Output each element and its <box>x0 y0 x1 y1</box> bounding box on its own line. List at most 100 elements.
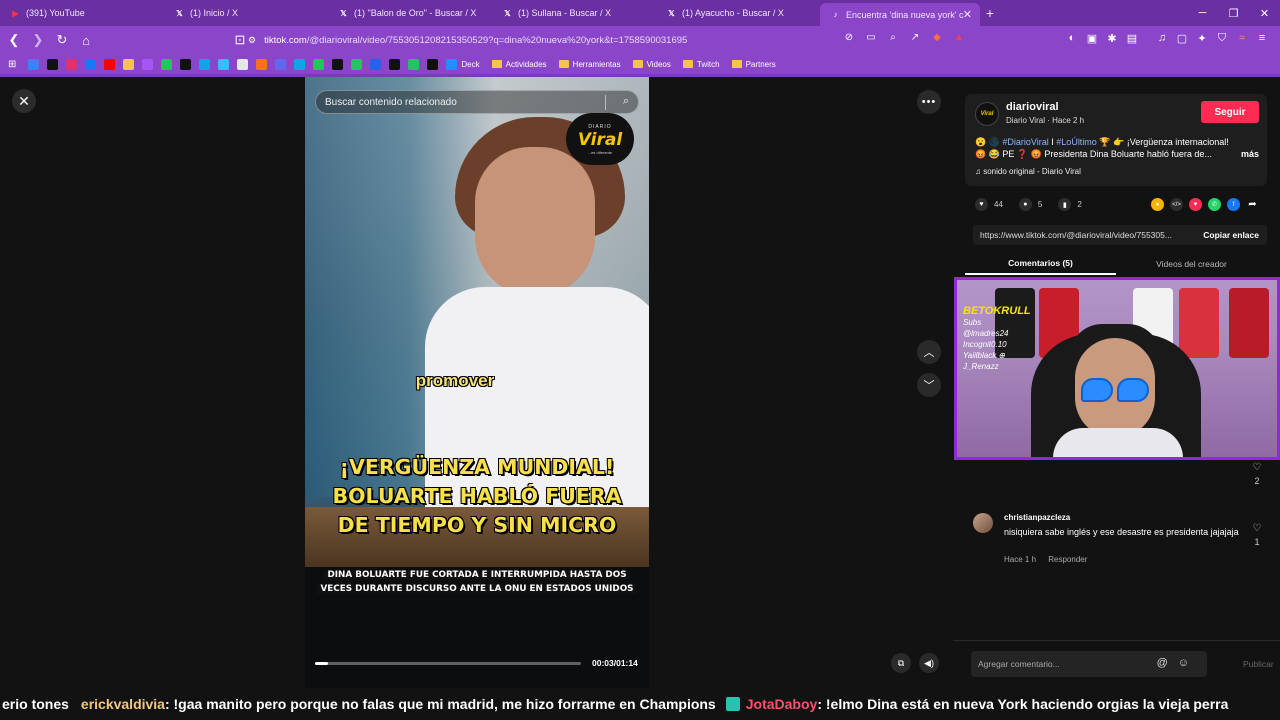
whatsapp-icon[interactable]: ✆ <box>1208 198 1221 211</box>
close-video-button[interactable]: ✕ <box>12 89 36 113</box>
video-player[interactable]: Buscar contenido relacionado ⌕ DIARIO Vi… <box>305 77 649 688</box>
flag-icon[interactable]: ≈ <box>1232 32 1252 45</box>
close-window-icon[interactable]: ✕ <box>1249 0 1280 26</box>
extensions-icon[interactable]: ✱ <box>1102 32 1122 45</box>
reply-button[interactable]: Responder <box>1048 555 1087 564</box>
tab-6[interactable]: ♪ Encuentra 'dina nueva york' c ✕ <box>820 3 980 26</box>
coin-icon[interactable]: ● <box>1151 198 1164 211</box>
bookmark-page-icon[interactable]: ⊡ <box>230 30 250 50</box>
bookmark-actividades[interactable]: Actividades <box>491 60 547 69</box>
bookmark-favicon-icon[interactable] <box>313 58 325 70</box>
bookmark-favicon-icon[interactable] <box>180 58 192 70</box>
zoom-icon[interactable]: ⌕ <box>882 32 904 43</box>
send-icon[interactable]: ▼ <box>1189 198 1202 211</box>
minimize-icon[interactable]: ─ <box>1187 0 1218 26</box>
heart-icon[interactable]: ♡ <box>1251 462 1263 473</box>
bookmark-favicon-icon[interactable] <box>370 58 382 70</box>
hashtag-link[interactable]: #LoÚltimo <box>1056 137 1097 147</box>
bookmark-favicon-icon[interactable] <box>199 58 211 70</box>
share-icon[interactable]: ↗ <box>904 32 926 43</box>
new-tab-button[interactable]: + <box>980 0 1000 26</box>
sidebar-icon[interactable]: ▤ <box>1122 32 1142 45</box>
bookmark-favicon-icon[interactable] <box>408 58 420 70</box>
comment-username[interactable]: christianpazcleza <box>1004 513 1070 522</box>
bookmark-partners[interactable]: Partners <box>731 60 776 69</box>
bookmark-favicon-icon[interactable] <box>427 58 439 70</box>
avatar[interactable]: Viral <box>975 102 999 126</box>
bookmark-favicon-icon[interactable] <box>85 58 97 70</box>
back-icon[interactable]: ❮ <box>4 30 24 50</box>
screenshot-icon[interactable]: ▭ <box>860 32 882 43</box>
tab-4[interactable]: 𝕏 (1) Sullana - Buscar / X <box>492 0 656 26</box>
apps-icon[interactable]: ⊞ <box>8 59 16 70</box>
tab-3[interactable]: 𝕏 (1) "Balon de Oro" - Buscar / X <box>328 0 492 26</box>
bookmark-favicon-icon[interactable] <box>161 58 173 70</box>
reader-icon[interactable]: ⊘ <box>838 32 860 43</box>
bookmark-favicon-icon[interactable] <box>256 58 268 70</box>
bookmark-favicon-icon[interactable] <box>28 58 40 70</box>
search-icon[interactable]: ⌕ <box>623 95 629 108</box>
bookmark-favicon-icon[interactable] <box>389 58 401 70</box>
bookmark-videos[interactable]: Videos <box>632 60 671 69</box>
bookmark-favicon-icon[interactable] <box>275 58 287 70</box>
bookmark-favicon-icon[interactable] <box>351 58 363 70</box>
previous-video-button[interactable]: ︿ <box>917 340 941 364</box>
more-link[interactable]: más <box>1241 148 1259 160</box>
username[interactable]: diarioviral <box>1006 101 1059 113</box>
tab-1[interactable]: ▶ (391) YouTube <box>0 0 164 26</box>
bookmark-favicon-icon[interactable] <box>66 58 78 70</box>
avatar[interactable] <box>973 513 993 533</box>
restore-icon[interactable]: ❐ <box>1218 0 1249 26</box>
bookmark-favicon-icon[interactable] <box>237 58 249 70</box>
more-options-icon[interactable]: ••• <box>917 90 941 114</box>
bookmark-herramientas[interactable]: Herramientas <box>558 60 621 69</box>
mention-emoji-icons[interactable]: @☺ <box>1157 657 1199 669</box>
pip-icon[interactable]: ⧉ <box>891 653 911 673</box>
save-button[interactable]: ▮ 2 <box>1058 198 1082 211</box>
vpn-icon[interactable]: ⛉ <box>1212 32 1232 45</box>
volume-icon[interactable]: ◀) <box>919 653 939 673</box>
close-tab-icon[interactable]: ✕ <box>963 8 972 21</box>
site-info-icon[interactable]: ⚙ <box>248 35 256 46</box>
share-link[interactable]: https://www.tiktok.com/@diarioviral/vide… <box>973 230 1195 240</box>
video-progress-bar[interactable] <box>315 662 581 665</box>
copy-link-button[interactable]: Copiar enlace <box>1195 230 1267 240</box>
comment-input[interactable]: Agregar comentario... @☺ <box>971 651 1207 677</box>
home-icon[interactable]: ⌂ <box>76 30 96 50</box>
embed-icon[interactable]: </> <box>1170 198 1183 211</box>
rewards-icon[interactable]: ▲ <box>948 32 970 43</box>
follow-button[interactable]: Seguir <box>1201 101 1259 123</box>
bookmark-favicon-icon[interactable] <box>218 58 230 70</box>
bookmark-favicon-icon[interactable] <box>142 58 154 70</box>
leo-icon[interactable]: ✦ <box>1192 32 1212 45</box>
tab-2[interactable]: 𝕏 (1) Inicio / X <box>164 0 328 26</box>
brave-shield-icon[interactable]: ◆ <box>926 32 948 43</box>
menu-icon[interactable]: ≡ <box>1252 32 1272 45</box>
tab-creator-videos[interactable]: Videos del creador <box>1116 253 1267 275</box>
share-arrow-icon[interactable]: ➦ <box>1246 198 1259 211</box>
facebook-icon[interactable]: f <box>1227 198 1240 211</box>
publish-button[interactable]: Publicar <box>1243 659 1274 669</box>
hashtag-link[interactable]: #DiarioViral <box>1002 137 1048 147</box>
bookmark-favicon-icon[interactable] <box>104 58 116 70</box>
forward-icon[interactable]: ❯ <box>28 30 48 50</box>
bookmark-twitch[interactable]: Twitch <box>682 60 720 69</box>
tab-5[interactable]: 𝕏 (1) Ayacucho - Buscar / X <box>656 0 820 26</box>
extension-1-icon[interactable]: ◐ <box>1062 32 1082 45</box>
bookmark-favicon-icon[interactable] <box>294 58 306 70</box>
bookmark-favicon-icon[interactable] <box>47 58 59 70</box>
bookmark-deck[interactable]: Deck <box>461 60 479 69</box>
next-video-button[interactable]: ﹀ <box>917 373 941 397</box>
wallet-icon[interactable]: ▢ <box>1172 32 1192 45</box>
sound-link[interactable]: ♫ sonido original - Diario Viral <box>975 167 1081 176</box>
related-search-input[interactable]: Buscar contenido relacionado ⌕ <box>315 90 639 114</box>
music-icon[interactable]: ♫ <box>1152 32 1172 45</box>
tab-comments[interactable]: Comentarios (5) <box>965 253 1116 275</box>
like-button[interactable]: ♥ 44 <box>975 198 1003 211</box>
heart-icon[interactable]: ♡ <box>1251 523 1263 534</box>
bookmark-favicon-icon[interactable] <box>123 58 135 70</box>
bookmark-favicon-icon[interactable] <box>332 58 344 70</box>
reload-icon[interactable]: ↻ <box>52 30 72 50</box>
bookmark-favicon-icon[interactable] <box>446 58 458 70</box>
extension-2-icon[interactable]: ▣ <box>1082 32 1102 45</box>
